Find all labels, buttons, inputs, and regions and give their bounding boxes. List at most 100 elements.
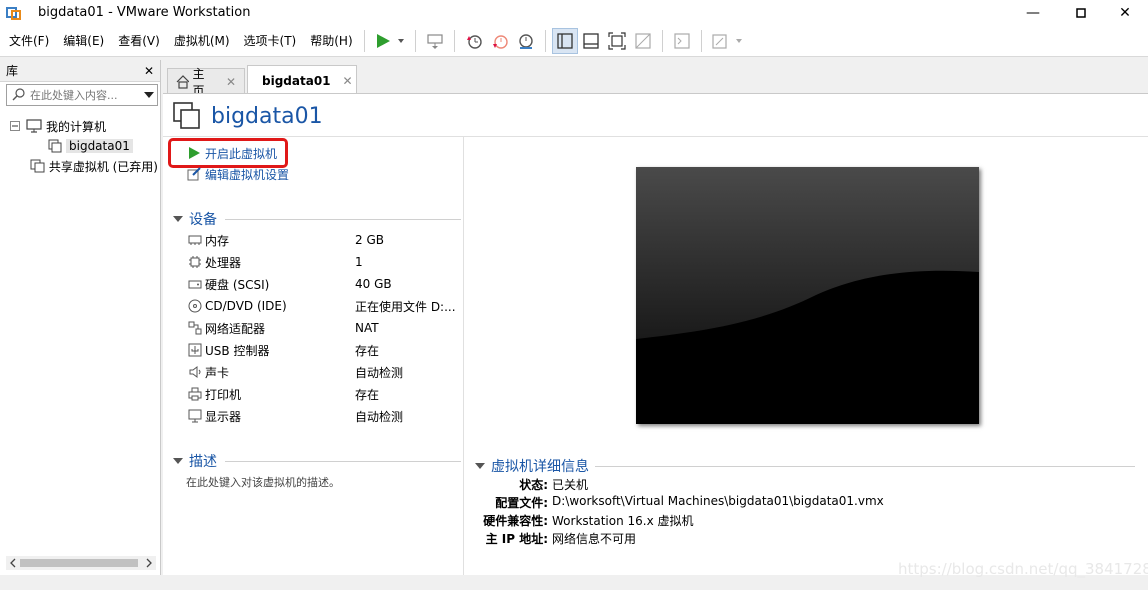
details-title: 虚拟机详细信息 [491,459,589,475]
keyboard-send-icon [427,33,443,49]
library-search-input[interactable] [30,88,138,102]
device-row[interactable]: USB 控制器 存在 [187,340,457,360]
scroll-left-icon[interactable] [8,558,18,568]
computer-icon [26,119,42,133]
device-row[interactable]: 内存 2 GB [187,230,457,250]
collapse-icon[interactable] [10,121,20,131]
library-title: 库 [6,64,19,78]
menu-bar: 文件(F) 编辑(E) 查看(V) 虚拟机(M) 选项卡(T) 帮助(H) [0,25,1148,57]
unity-button[interactable] [630,28,656,54]
device-value: 自动检测 [355,409,404,424]
hard-disk-icon [187,277,202,291]
detail-config-file: 配置文件: D:\worksoft\Virtual Machines\bigda… [463,494,884,512]
library-horizontal-scrollbar[interactable] [6,556,156,570]
tree-label: bigdata01 [66,139,133,153]
device-name: 网络适配器 [205,321,266,336]
scrollbar-thumb[interactable] [20,559,138,567]
send-ctrl-alt-del-button[interactable] [422,28,448,54]
edit-settings-link[interactable]: 编辑虚拟机设置 [187,165,289,183]
device-value: 40 GB [355,277,392,291]
tab-close-button[interactable]: ✕ [343,74,353,88]
processor-icon [187,255,202,269]
revert-snapshot-button[interactable] [487,28,513,54]
memory-icon [187,233,202,247]
snapshot-manager-button[interactable] [513,28,539,54]
maximize-button[interactable] [1058,0,1104,25]
menu-file[interactable]: 文件(F) [4,30,54,52]
menu-tabs[interactable]: 选项卡(T) [239,30,302,52]
collapse-arrow-icon[interactable] [173,457,183,465]
tree-label: 共享虚拟机 (已弃用) [48,159,158,174]
device-name: CD/DVD (IDE) [205,299,287,313]
menu-help[interactable]: 帮助(H) [305,30,357,52]
device-name: USB 控制器 [205,343,270,358]
tree-item-bigdata01[interactable]: bigdata01 [10,136,158,156]
display-icon [187,409,202,423]
show-thumbnail-bar-button[interactable] [578,28,604,54]
snapshot-manager-icon [518,33,533,49]
full-screen-button[interactable] [604,28,630,54]
stretch-guest-button[interactable] [708,28,746,54]
tree-item-shared-vms[interactable]: 共享虚拟机 (已弃用) [10,156,158,176]
chevron-down-icon[interactable] [144,91,154,99]
device-value: 存在 [355,343,380,358]
thumbnail-bar-icon [582,32,599,49]
tab-home[interactable]: 主页 ✕ [167,67,245,98]
collapse-arrow-icon[interactable] [173,215,183,223]
divider [163,136,1148,137]
toolbar-separator [414,29,416,52]
device-value: 1 [355,255,363,269]
sound-icon [187,365,202,379]
device-row[interactable]: CD/DVD (IDE) 正在使用文件 D:... [187,296,457,316]
description-placeholder[interactable]: 在此处键入对该虚拟机的描述。 [186,474,340,490]
detail-label: 状态: [519,478,548,492]
detail-hardware-compat: 硬件兼容性: Workstation 16.x 虚拟机 [463,512,693,530]
details-section-header[interactable]: 虚拟机详细信息 [475,456,1135,476]
tab-bar: 主页 ✕ bigdata01 ✕ [163,60,1148,98]
device-row[interactable]: 声卡 自动检测 [187,362,457,382]
close-button[interactable]: ✕ [1102,0,1148,25]
snapshot-clock-icon [466,34,482,49]
power-on-button[interactable] [371,28,409,54]
vm-screen-preview[interactable] [636,167,979,424]
device-row[interactable]: 显示器 自动检测 [187,406,457,426]
library-panel-icon [556,32,573,49]
power-on-link[interactable]: 开启此虚拟机 [187,144,277,162]
tree-item-my-computer[interactable]: 我的计算机 [10,116,158,136]
tab-label: bigdata01 [262,73,331,88]
device-name: 显示器 [205,409,242,424]
detail-value: 网络信息不可用 [552,532,637,546]
description-section-header[interactable]: 描述 [173,451,461,471]
devices-section-header[interactable]: 设备 [173,209,461,229]
toolbar-separator [453,29,455,52]
snapshot-button[interactable] [461,28,487,54]
device-row[interactable]: 打印机 存在 [187,384,457,404]
maximize-icon [1076,7,1086,18]
device-row[interactable]: 处理器 1 [187,252,457,272]
menu-view[interactable]: 查看(V) [113,30,165,52]
edit-settings-label: 编辑虚拟机设置 [205,167,290,182]
library-close-button[interactable]: ✕ [144,64,154,78]
detail-value: D:\worksoft\Virtual Machines\bigdata01\b… [552,494,884,508]
title-bar: bigdata01 - VMware Workstation — ✕ [0,0,1148,25]
device-name: 硬盘 (SCSI) [205,277,270,292]
device-value: 存在 [355,387,380,402]
vm-summary-page: bigdata01 开启此虚拟机 编辑虚拟机设置 设备 内存 2 GB 处理器 1 硬盘… [163,93,1148,577]
full-screen-icon [608,31,626,50]
menu-edit[interactable]: 编辑(E) [58,30,109,52]
tab-close-button[interactable]: ✕ [226,75,236,89]
tab-bigdata01[interactable]: bigdata01 ✕ [247,65,357,95]
device-name: 声卡 [205,365,230,380]
show-library-button[interactable] [551,27,578,54]
watermark: https://blog.csdn.net/qq_38417282 [898,560,1148,578]
device-row[interactable]: 网络适配器 NAT [187,318,457,338]
scroll-right-icon[interactable] [144,558,154,568]
device-row[interactable]: 硬盘 (SCSI) 40 GB [187,274,457,294]
minimize-button[interactable]: — [1010,0,1056,25]
detail-ip-address: 主 IP 地址: 网络信息不可用 [463,530,636,548]
library-panel: 库 ✕ 我的计算机 bigdata01 共享虚拟机 (已弃用) [0,60,161,575]
console-view-button[interactable] [669,28,695,54]
play-icon [376,33,404,48]
menu-vm[interactable]: 虚拟机(M) [169,30,235,52]
collapse-arrow-icon[interactable] [475,462,485,470]
